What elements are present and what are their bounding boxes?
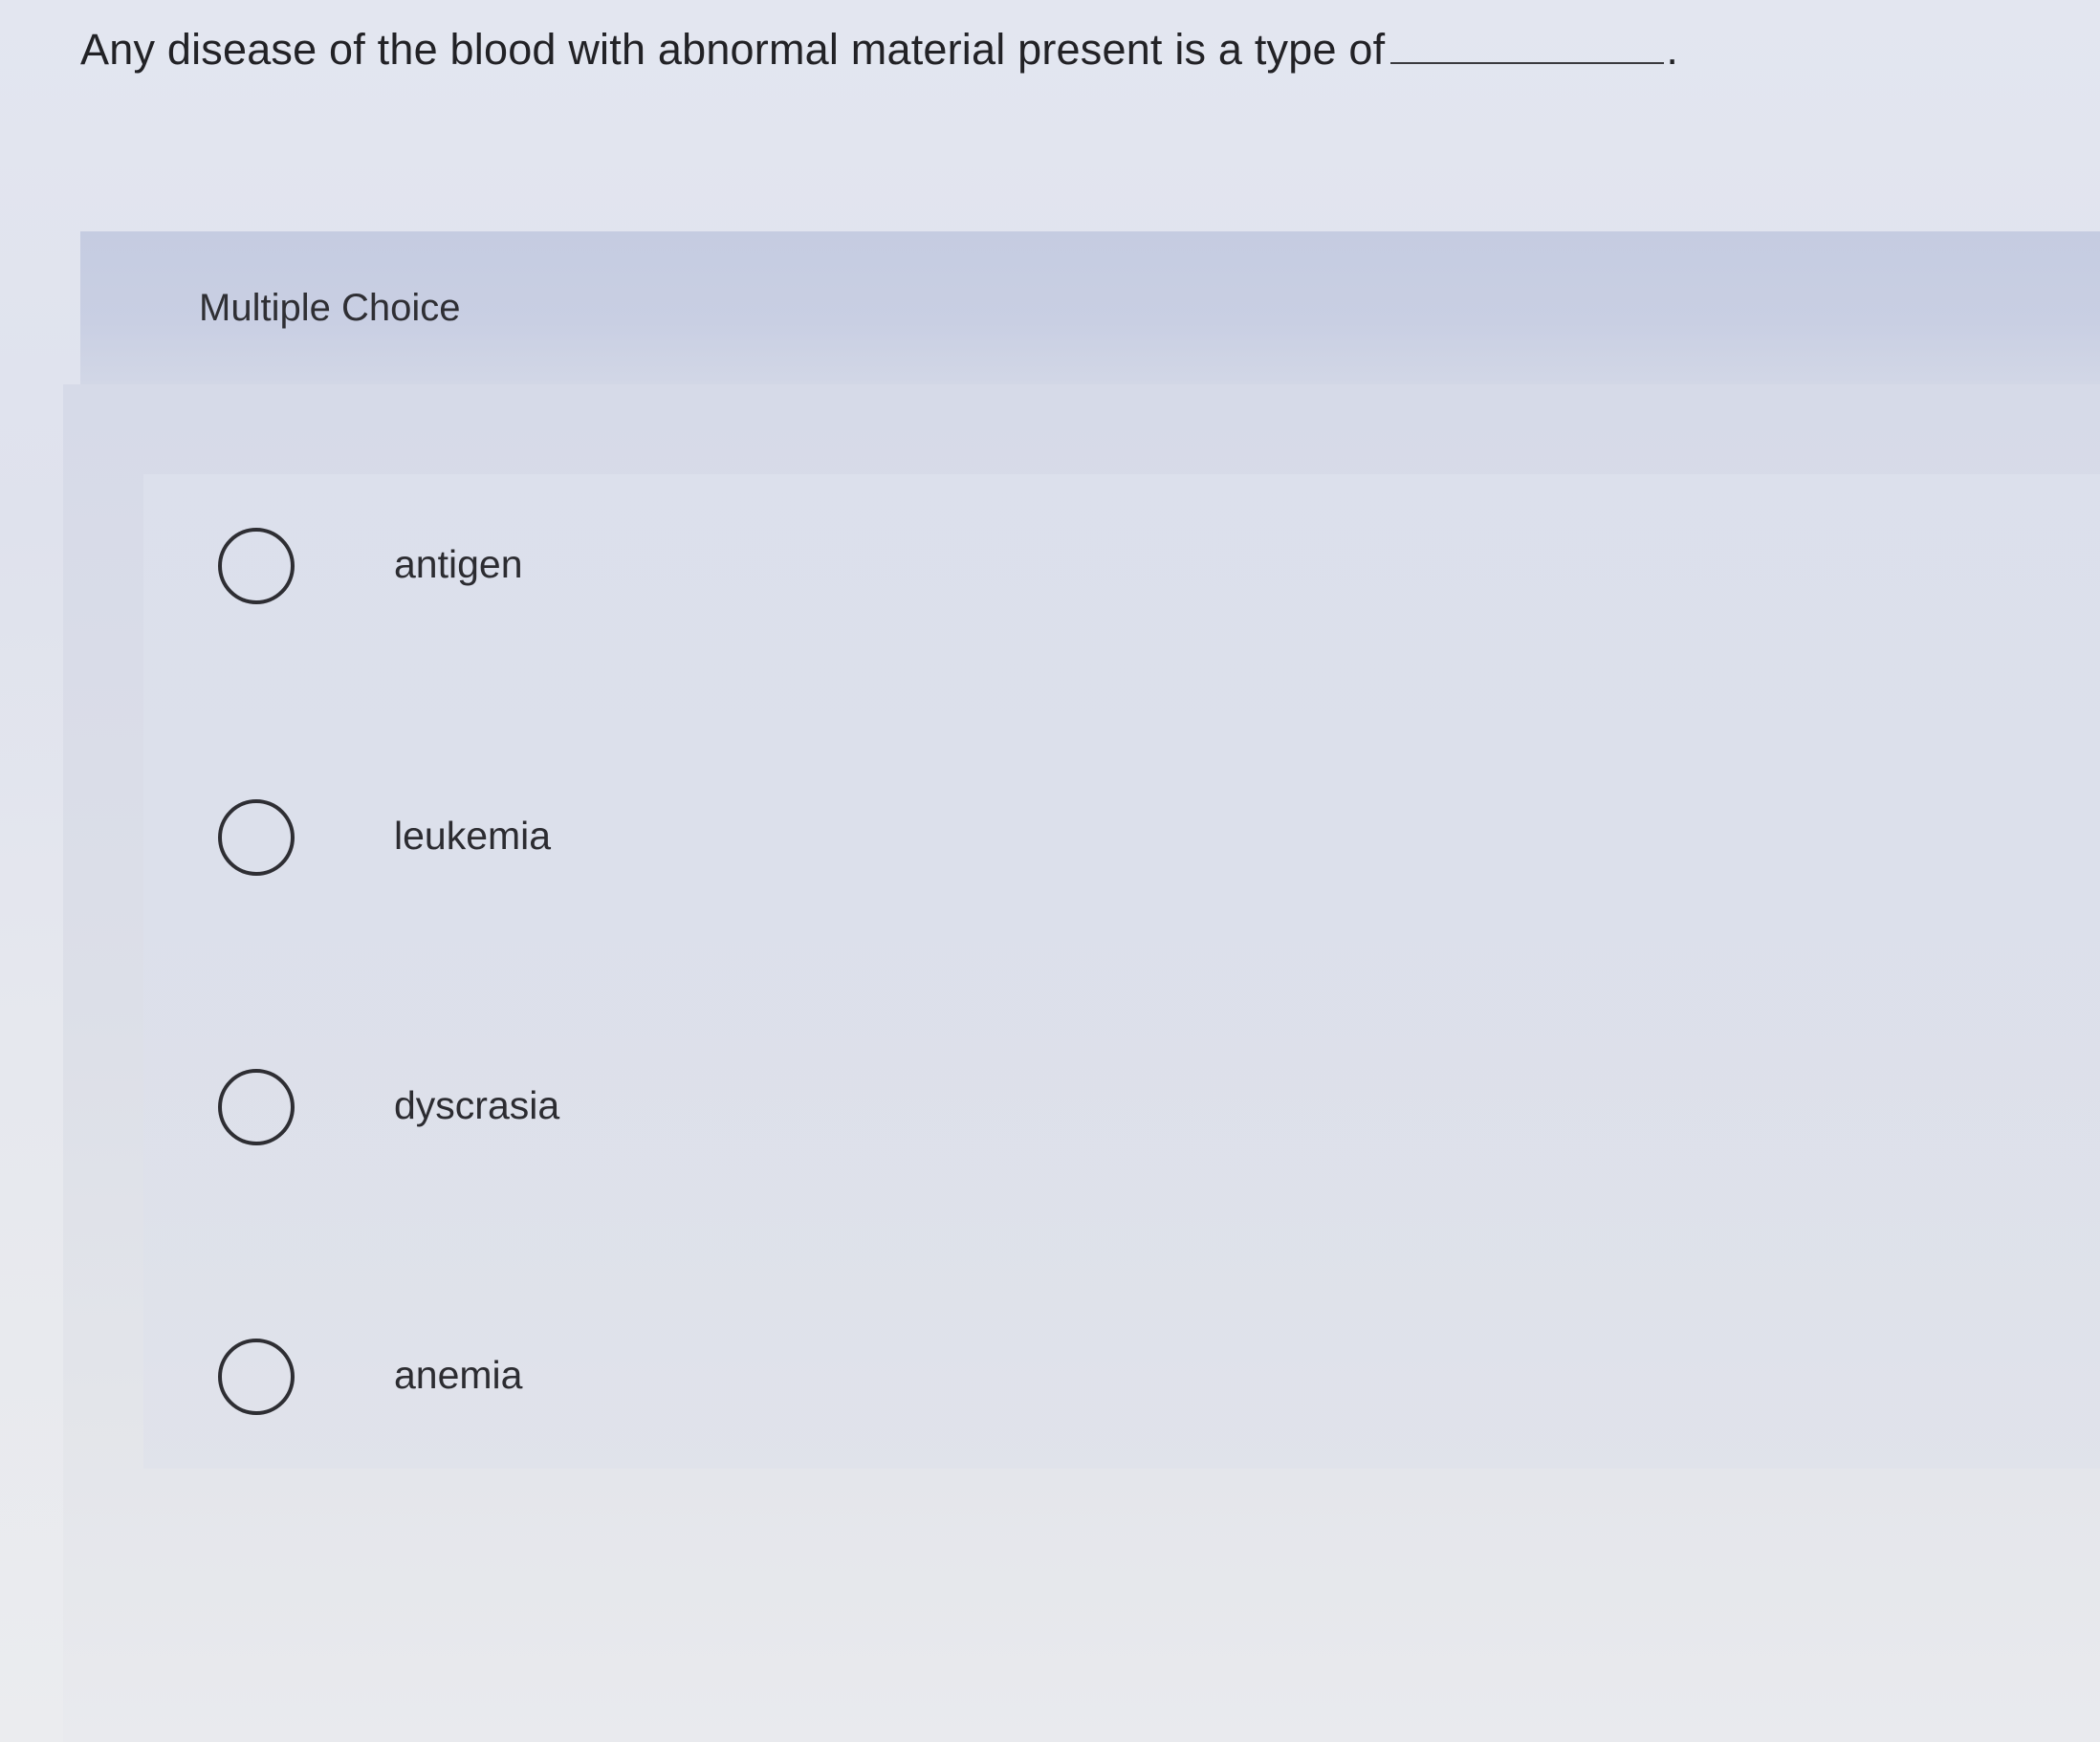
choice-option-leukemia[interactable]: leukemia [218, 799, 1366, 885]
choice-label[interactable]: dyscrasia [394, 1080, 559, 1130]
answer-blank [1390, 24, 1665, 64]
radio-button-icon[interactable] [218, 1069, 295, 1145]
question-prompt: Any disease of the blood with abnormal m… [80, 21, 1678, 78]
choice-label[interactable]: leukemia [394, 811, 551, 860]
choice-label[interactable]: antigen [394, 539, 523, 589]
multiple-choice-label: Multiple Choice [199, 287, 461, 329]
radio-button-icon[interactable] [218, 1339, 295, 1415]
choices-panel-inner [143, 474, 2100, 1469]
choice-option-antigen[interactable]: antigen [218, 528, 1366, 614]
choice-option-anemia[interactable]: anemia [218, 1339, 1366, 1425]
question-period: . [1666, 25, 1679, 74]
radio-button-icon[interactable] [218, 528, 295, 604]
question-text: Any disease of the blood with abnormal m… [80, 25, 1386, 74]
choice-option-dyscrasia[interactable]: dyscrasia [218, 1069, 1366, 1155]
radio-button-icon[interactable] [218, 799, 295, 876]
choice-label[interactable]: anemia [394, 1350, 522, 1400]
